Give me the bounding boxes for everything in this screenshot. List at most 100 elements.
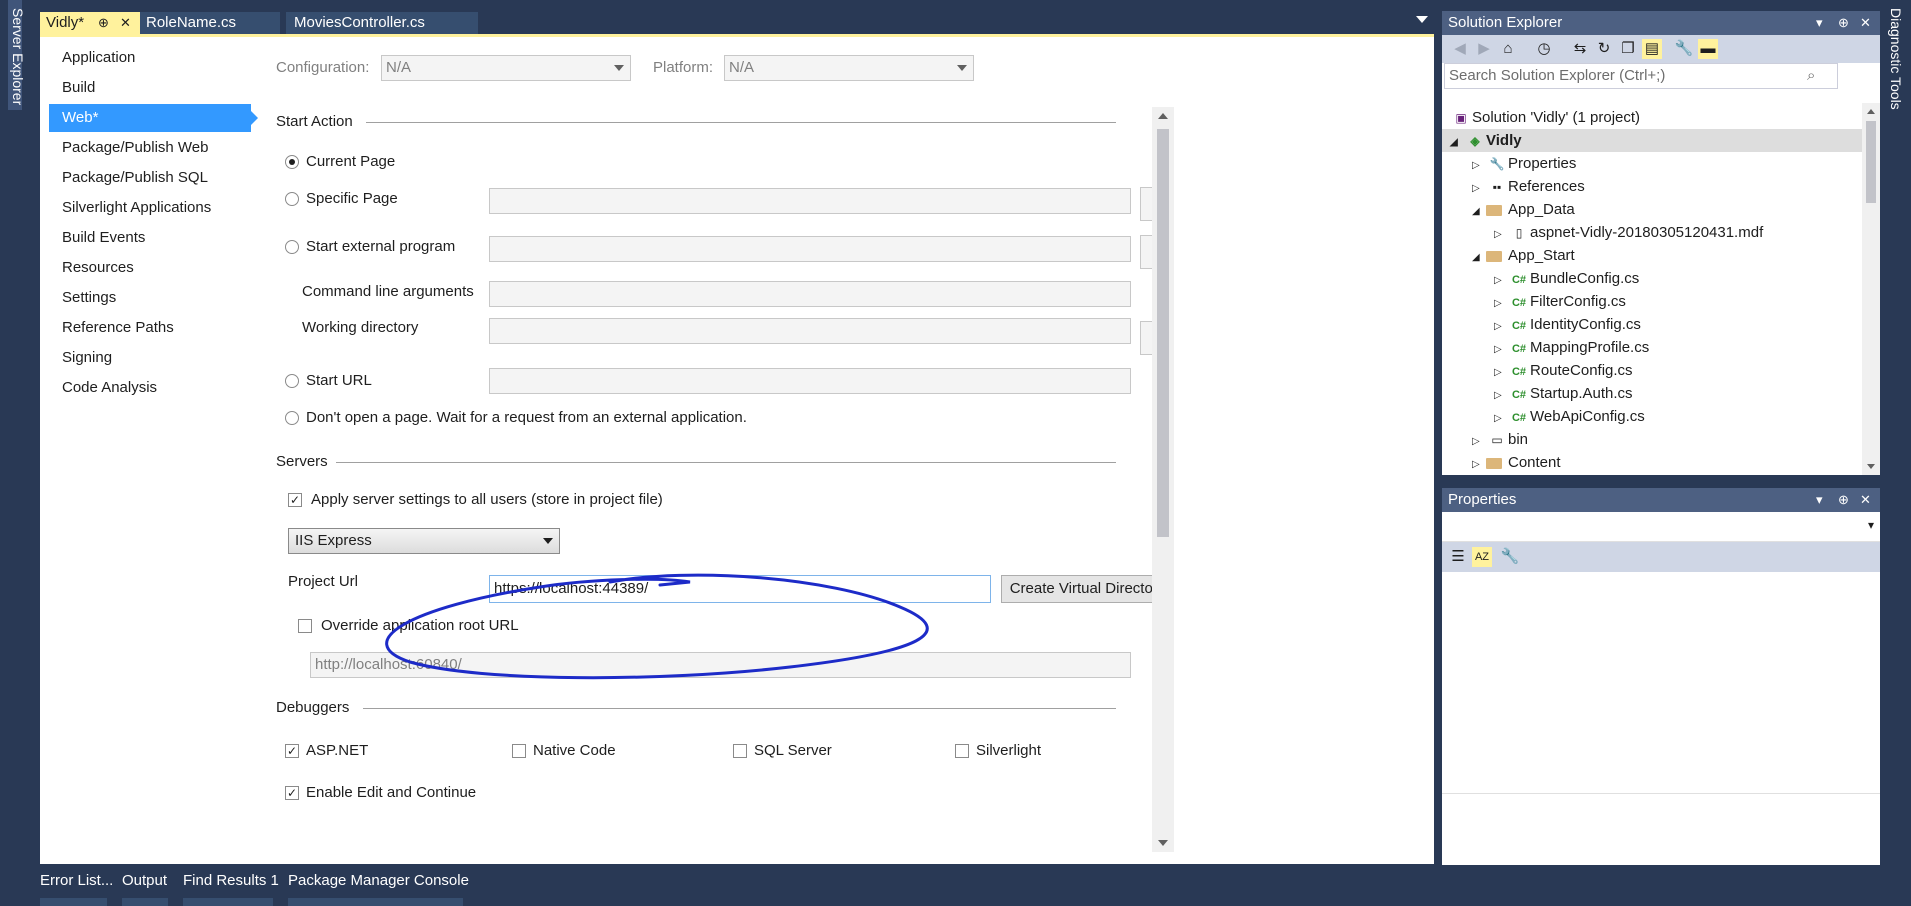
tree-item-bin[interactable]: ▷ ▭ bin xyxy=(1472,428,1528,451)
tab-rolename[interactable]: RoleName.cs xyxy=(140,12,280,34)
debugger-silverlight-checkbox[interactable] xyxy=(955,744,969,758)
expanded-arrow-icon[interactable]: ◢ xyxy=(1472,246,1486,269)
tree-item-references[interactable]: ▷ ▪▪ References xyxy=(1472,175,1585,198)
tree-item-filterconfig[interactable]: ▷ C# FilterConfig.cs xyxy=(1494,290,1626,313)
nav-item-application[interactable]: Application xyxy=(62,49,135,66)
object-selector[interactable]: ▾ xyxy=(1442,512,1880,542)
categorized-icon[interactable]: ☰ xyxy=(1448,547,1468,567)
tree-scrollbar[interactable] xyxy=(1862,103,1880,475)
bottom-tab-error-list[interactable]: Error List... xyxy=(40,872,113,889)
collapsed-arrow-icon[interactable]: ▷ xyxy=(1494,292,1508,315)
collapsed-arrow-icon[interactable]: ▷ xyxy=(1494,361,1508,384)
search-icon[interactable]: ⌕ xyxy=(1807,64,1815,88)
collapsed-arrow-icon[interactable]: ▷ xyxy=(1494,338,1508,361)
tree-item-identityconfig[interactable]: ▷ C# IdentityConfig.cs xyxy=(1494,313,1641,336)
bottom-tab-find-results[interactable]: Find Results 1 xyxy=(183,872,279,889)
nav-item-settings[interactable]: Settings xyxy=(62,289,116,306)
override-root-checkbox[interactable] xyxy=(298,619,312,633)
tab-overflow-icon[interactable] xyxy=(1416,16,1428,23)
pin-icon[interactable]: ⊕ xyxy=(1838,11,1849,35)
start-url-radio[interactable] xyxy=(285,374,299,388)
tab-vidly[interactable]: Vidly* ⊕ ✕ xyxy=(40,12,140,34)
diagnostic-tools-tab[interactable]: Diagnostic Tools xyxy=(1888,8,1904,110)
tree-item-project[interactable]: ◢ ◈ Vidly xyxy=(1450,129,1522,152)
tree-item-app-start[interactable]: ◢ App_Start xyxy=(1472,244,1575,267)
dont-open-radio[interactable] xyxy=(285,411,299,425)
collapsed-arrow-icon[interactable]: ▷ xyxy=(1472,154,1486,177)
nav-item-resources[interactable]: Resources xyxy=(62,259,134,276)
tree-item-content[interactable]: ▷ Content xyxy=(1472,451,1561,474)
tree-item-app-data[interactable]: ◢ App_Data xyxy=(1472,198,1575,221)
scroll-down-icon[interactable] xyxy=(1867,464,1875,469)
edit-continue-checkbox[interactable]: ✓ xyxy=(285,786,299,800)
close-icon[interactable]: ✕ xyxy=(1860,488,1871,512)
bottom-tab-output[interactable]: Output xyxy=(122,872,167,889)
debugger-native-checkbox[interactable] xyxy=(512,744,526,758)
scrollbar-thumb[interactable] xyxy=(1866,121,1876,203)
tree-item-mappingprofile[interactable]: ▷ C# MappingProfile.cs xyxy=(1494,336,1649,359)
close-icon[interactable]: ✕ xyxy=(1860,11,1871,35)
collapsed-arrow-icon[interactable]: ▷ xyxy=(1494,384,1508,407)
current-page-radio[interactable] xyxy=(285,155,299,169)
collapse-all-icon[interactable]: ❐ xyxy=(1618,39,1638,59)
server-explorer-tab[interactable]: Server Explorer xyxy=(10,8,26,105)
configuration-select[interactable]: N/A xyxy=(381,55,631,81)
chevron-down-icon[interactable]: ▾ xyxy=(1868,518,1874,532)
editor-scrollbar[interactable] xyxy=(1152,107,1174,852)
scroll-up-icon[interactable] xyxy=(1158,113,1168,119)
debugger-sql-checkbox[interactable] xyxy=(733,744,747,758)
properties-wrench-icon[interactable]: 🔧 xyxy=(1674,39,1694,59)
create-virtual-directory-button[interactable]: Create Virtual Directory xyxy=(1001,575,1174,603)
command-line-input[interactable] xyxy=(489,281,1131,307)
tree-item-routeconfig[interactable]: ▷ C# RouteConfig.cs xyxy=(1494,359,1633,382)
external-program-input[interactable] xyxy=(489,236,1131,262)
expanded-arrow-icon[interactable]: ◢ xyxy=(1450,131,1464,154)
nav-item-web[interactable]: Web* xyxy=(62,109,98,126)
nav-item-package-publish-sql[interactable]: Package/Publish SQL xyxy=(62,169,208,186)
expanded-arrow-icon[interactable]: ◢ xyxy=(1472,200,1486,223)
nav-item-package-publish-web[interactable]: Package/Publish Web xyxy=(62,139,208,156)
history-icon[interactable]: ◷ xyxy=(1534,39,1554,59)
tab-moviescontroller[interactable]: MoviesController.cs xyxy=(286,12,478,34)
collapsed-arrow-icon[interactable]: ▷ xyxy=(1494,407,1508,430)
preview-icon[interactable]: ▬ xyxy=(1698,39,1718,59)
specific-page-radio[interactable] xyxy=(285,192,299,206)
close-icon[interactable]: ✕ xyxy=(120,12,131,34)
collapsed-arrow-icon[interactable]: ▷ xyxy=(1472,177,1486,200)
nav-item-signing[interactable]: Signing xyxy=(62,349,112,366)
panel-menu-icon[interactable]: ▾ xyxy=(1816,11,1823,35)
pin-icon[interactable]: ⊕ xyxy=(1838,488,1849,512)
apply-all-checkbox[interactable]: ✓ xyxy=(288,493,302,507)
external-program-radio[interactable] xyxy=(285,240,299,254)
nav-item-reference-paths[interactable]: Reference Paths xyxy=(62,319,174,336)
nav-item-silverlight[interactable]: Silverlight Applications xyxy=(62,199,211,216)
tree-item-solution[interactable]: ▣ Solution 'Vidly' (1 project) xyxy=(1450,106,1640,129)
collapsed-arrow-icon[interactable]: ▷ xyxy=(1472,453,1486,476)
collapsed-arrow-icon[interactable]: ▷ xyxy=(1494,315,1508,338)
collapsed-arrow-icon[interactable]: ▷ xyxy=(1494,269,1508,292)
platform-select[interactable]: N/A xyxy=(724,55,974,81)
tree-item-webapiconfig[interactable]: ▷ C# WebApiConfig.cs xyxy=(1494,405,1645,428)
collapsed-arrow-icon[interactable]: ▷ xyxy=(1472,430,1486,453)
refresh-icon[interactable]: ↻ xyxy=(1594,39,1614,59)
home-icon[interactable]: ⌂ xyxy=(1498,39,1518,59)
bottom-tab-package-manager[interactable]: Package Manager Console xyxy=(288,872,469,889)
tree-item-mdf[interactable]: ▷ ▯ aspnet-Vidly-20180305120431.mdf xyxy=(1494,221,1763,244)
tree-item-bundleconfig[interactable]: ▷ C# BundleConfig.cs xyxy=(1494,267,1639,290)
nav-item-code-analysis[interactable]: Code Analysis xyxy=(62,379,157,396)
property-pages-icon[interactable]: 🔧 xyxy=(1500,547,1520,567)
debugger-aspnet-checkbox[interactable]: ✓ xyxy=(285,744,299,758)
solution-search-input[interactable]: Search Solution Explorer (Ctrl+;) ⌕ xyxy=(1444,63,1838,89)
sync-icon[interactable]: ⇆ xyxy=(1570,39,1590,59)
working-directory-input[interactable] xyxy=(489,318,1131,344)
pin-icon[interactable]: ⊕ xyxy=(98,12,109,34)
nav-item-build-events[interactable]: Build Events xyxy=(62,229,145,246)
panel-menu-icon[interactable]: ▾ xyxy=(1816,488,1823,512)
scroll-down-icon[interactable] xyxy=(1158,840,1168,846)
show-all-files-icon[interactable]: ▤ xyxy=(1642,39,1662,59)
alphabetical-icon[interactable]: AZ xyxy=(1472,547,1492,567)
back-icon[interactable]: ◀ xyxy=(1450,39,1470,59)
collapsed-arrow-icon[interactable]: ▷ xyxy=(1494,223,1508,246)
start-url-input[interactable] xyxy=(489,368,1131,394)
scroll-up-icon[interactable] xyxy=(1867,109,1875,114)
